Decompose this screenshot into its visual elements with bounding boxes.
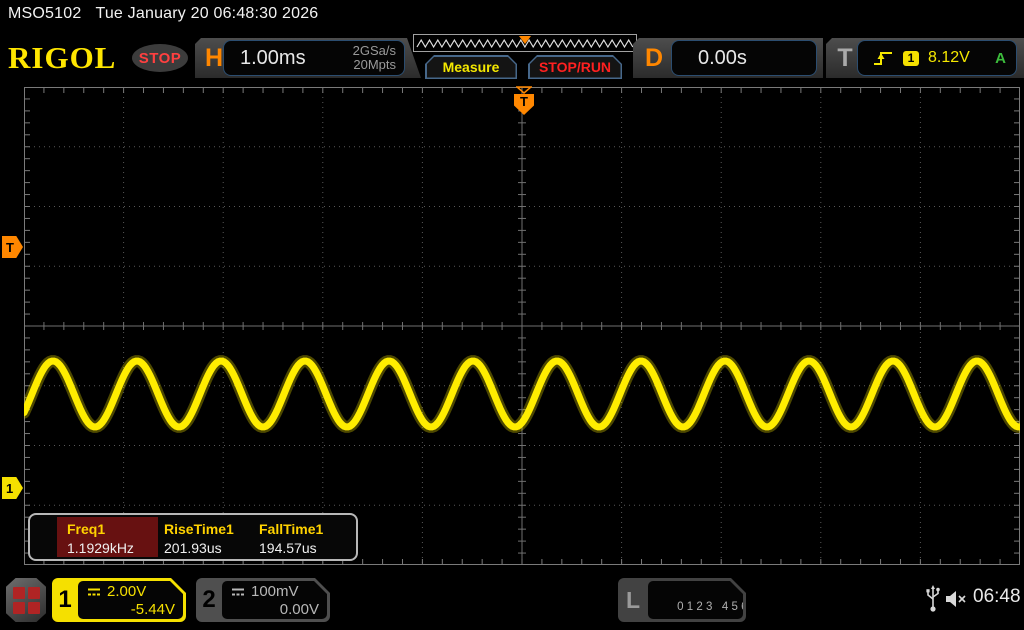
stop-run-button[interactable]: STOP/RUN <box>528 55 622 79</box>
channel1-number: 1 <box>58 586 72 613</box>
dc-coupling-icon <box>86 587 102 597</box>
status-clock: 06:48 <box>973 586 1021 607</box>
channel2-scale: 100mV <box>251 583 299 600</box>
logic-analyzer-status-block[interactable]: L 0 1 2 3 4 5 6 7 8 9 1011 12131415 <box>618 578 746 622</box>
usb-icon <box>926 585 940 612</box>
channel1-scale: 2.00V <box>107 583 147 600</box>
measurement-value: 201.93us <box>164 540 222 556</box>
horizontal-values-box: 1.00ms 2GSa/s 20Mpts <box>223 40 405 76</box>
model-name: MSO5102 <box>8 5 82 22</box>
channel1-offset: -5.44V <box>130 601 175 618</box>
trigger-level-value: 8.12V <box>928 49 970 66</box>
waveform-preview-bar[interactable] <box>413 34 637 52</box>
channel1-zero-marker[interactable]: 1 <box>2 477 23 499</box>
channel2-values: 100mV 0.00V <box>222 581 327 619</box>
measurement-label: Freq1 <box>67 521 106 537</box>
trigger-position-tick-icon <box>516 86 532 94</box>
logic-analyzer-key: L <box>625 586 641 613</box>
delay-value-box: 0.00s <box>671 40 817 76</box>
memory-depth: 20Mpts <box>353 57 396 72</box>
speaker-muted-icon[interactable] <box>944 588 970 610</box>
digital-channel-list: 0 1 2 3 4 5 6 7 8 9 1011 12131415 <box>648 581 743 619</box>
delay-settings-block[interactable]: D 0.00s <box>633 38 823 78</box>
channel1-status-block[interactable]: 1 2.00V -5.44V <box>52 578 186 622</box>
channel1-values: 2.00V -5.44V <box>78 581 183 619</box>
stop-run-button-label: STOP/RUN <box>538 59 612 75</box>
channel2-status-block[interactable]: 2 100mV 0.00V <box>196 578 330 622</box>
channel2-number: 2 <box>202 586 216 613</box>
delay-value: 0.00s <box>698 46 747 69</box>
measurement-panel: Freq1 1.1929kHz RiseTime1 201.93us FallT… <box>28 513 358 561</box>
menu-grid-button[interactable] <box>6 578 46 622</box>
digital-channels-row1: 0 1 2 3 4 5 6 7 <box>677 601 758 613</box>
grid-icon <box>12 586 40 614</box>
waveform-display-grid <box>24 87 1020 565</box>
trigger-settings-block[interactable]: T 1 8.12V A <box>826 38 1024 78</box>
trigger-sweep-mode: A <box>995 49 1006 67</box>
channel2-offset: 0.00V <box>279 601 319 618</box>
run-state-indicator[interactable]: STOP <box>132 44 188 72</box>
horizontal-settings-block[interactable]: H 1.00ms 2GSa/s 20Mpts <box>195 38 421 78</box>
titlebar: MSO5102 Tue January 20 06:48:30 2026 <box>8 5 318 23</box>
measurement-value: 1.1929kHz <box>67 540 134 556</box>
run-state-label: STOP <box>138 49 182 67</box>
preview-waveform-icon <box>416 36 634 49</box>
rigol-logo: RIGOL <box>8 40 117 75</box>
dc-coupling-icon <box>230 587 246 597</box>
horizontal-key-label: H <box>204 44 224 72</box>
acquisition-info: 2GSa/s 20Mpts <box>353 44 396 72</box>
measurement-value: 194.57us <box>259 540 317 556</box>
measure-button-label: Measure <box>442 59 500 75</box>
measure-button[interactable]: Measure <box>425 55 517 79</box>
trigger-key-label: T <box>837 44 853 72</box>
trigger-level-marker[interactable]: T <box>2 236 23 258</box>
measurement-label: FallTime1 <box>259 521 324 537</box>
sample-rate: 2GSa/s <box>352 43 396 58</box>
timebase-value: 1.00ms <box>240 46 306 69</box>
trigger-source-badge: 1 <box>903 50 919 66</box>
measurement-label: RiseTime1 <box>164 521 234 537</box>
datetime-text: Tue January 20 06:48:30 2026 <box>95 5 319 22</box>
trigger-values-box: 1 8.12V A <box>857 40 1017 76</box>
oscilloscope-screen: MSO5102 Tue January 20 06:48:30 2026 RIGO… <box>0 0 1024 630</box>
delay-key-label: D <box>645 44 664 72</box>
trigger-slope-icon <box>874 52 892 65</box>
